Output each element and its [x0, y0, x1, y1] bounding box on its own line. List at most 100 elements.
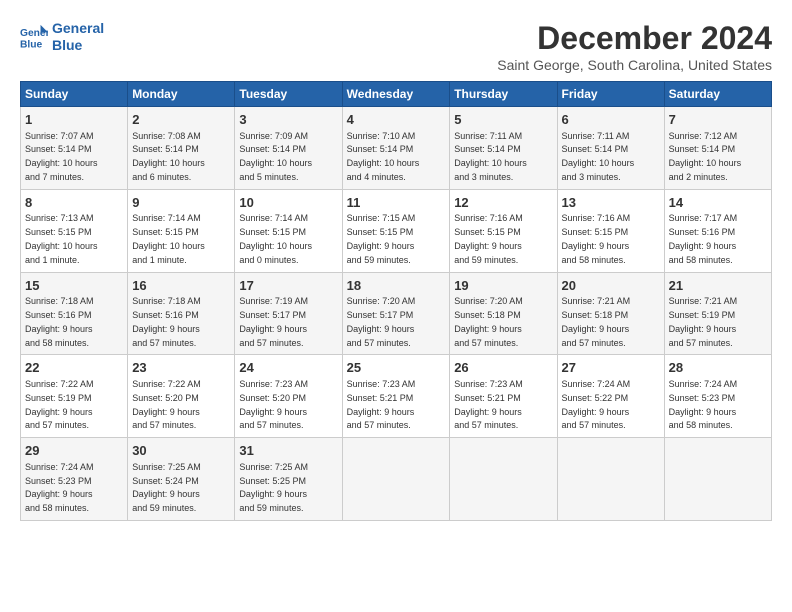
day-number: 8: [25, 194, 123, 212]
day-info: Sunrise: 7:25 AM Sunset: 5:24 PM Dayligh…: [132, 462, 201, 513]
calendar-cell: 19Sunrise: 7:20 AM Sunset: 5:18 PM Dayli…: [450, 272, 557, 355]
day-number: 3: [239, 111, 337, 129]
day-info: Sunrise: 7:16 AM Sunset: 5:15 PM Dayligh…: [562, 213, 631, 264]
day-number: 5: [454, 111, 552, 129]
calendar-cell: 13Sunrise: 7:16 AM Sunset: 5:15 PM Dayli…: [557, 189, 664, 272]
calendar-cell: 10Sunrise: 7:14 AM Sunset: 5:15 PM Dayli…: [235, 189, 342, 272]
logo: General Blue General Blue: [20, 20, 104, 54]
header: General Blue General Blue December 2024 …: [20, 20, 772, 73]
day-info: Sunrise: 7:21 AM Sunset: 5:18 PM Dayligh…: [562, 296, 631, 347]
day-info: Sunrise: 7:11 AM Sunset: 5:14 PM Dayligh…: [454, 131, 527, 182]
calendar-table: SundayMondayTuesdayWednesdayThursdayFrid…: [20, 81, 772, 521]
day-info: Sunrise: 7:24 AM Sunset: 5:23 PM Dayligh…: [25, 462, 94, 513]
svg-text:Blue: Blue: [20, 39, 43, 50]
page: General Blue General Blue December 2024 …: [0, 0, 792, 531]
week-row-1: 1 Sunrise: 7:07 AM Sunset: 5:14 PM Daylig…: [21, 107, 772, 190]
calendar-cell: 28 Sunrise: 7:24 AM Sunset: 5:23 PM Dayli…: [664, 355, 771, 438]
calendar-cell: 22Sunrise: 7:22 AM Sunset: 5:19 PM Dayli…: [21, 355, 128, 438]
calendar-cell: 15Sunrise: 7:18 AM Sunset: 5:16 PM Dayli…: [21, 272, 128, 355]
header-row: SundayMondayTuesdayWednesdayThursdayFrid…: [21, 82, 772, 107]
day-info: Sunrise: 7:21 AM Sunset: 5:19 PM Dayligh…: [669, 296, 738, 347]
col-header-thursday: Thursday: [450, 82, 557, 107]
day-number: 15: [25, 277, 123, 295]
day-number: 13: [562, 194, 660, 212]
calendar-cell: 26Sunrise: 7:23 AM Sunset: 5:21 PM Dayli…: [450, 355, 557, 438]
day-info: Sunrise: 7:11 AM Sunset: 5:14 PM Dayligh…: [562, 131, 635, 182]
calendar-cell: 27Sunrise: 7:24 AM Sunset: 5:22 PM Dayli…: [557, 355, 664, 438]
calendar-cell: 23 Sunrise: 7:22 AM Sunset: 5:20 PM Dayli…: [128, 355, 235, 438]
day-info: Sunrise: 7:20 AM Sunset: 5:17 PM Dayligh…: [347, 296, 416, 347]
day-number: 20: [562, 277, 660, 295]
week-row-4: 22Sunrise: 7:22 AM Sunset: 5:19 PM Dayli…: [21, 355, 772, 438]
calendar-cell: [342, 438, 450, 521]
week-row-5: 29 Sunrise: 7:24 AM Sunset: 5:23 PM Dayli…: [21, 438, 772, 521]
day-number: 26: [454, 359, 552, 377]
day-info: Sunrise: 7:14 AM Sunset: 5:15 PM Dayligh…: [239, 213, 312, 264]
day-number: 17: [239, 277, 337, 295]
calendar-cell: 3 Sunrise: 7:09 AM Sunset: 5:14 PM Daylig…: [235, 107, 342, 190]
month-title: December 2024: [497, 20, 772, 57]
day-number: 23: [132, 359, 230, 377]
day-number: 25: [347, 359, 446, 377]
col-header-wednesday: Wednesday: [342, 82, 450, 107]
day-info: Sunrise: 7:15 AM Sunset: 5:15 PM Dayligh…: [347, 213, 416, 264]
calendar-cell: 7 Sunrise: 7:12 AM Sunset: 5:14 PM Daylig…: [664, 107, 771, 190]
logo-icon: General Blue: [20, 23, 48, 51]
day-number: 18: [347, 277, 446, 295]
day-info: Sunrise: 7:23 AM Sunset: 5:20 PM Dayligh…: [239, 379, 308, 430]
calendar-cell: 8Sunrise: 7:13 AM Sunset: 5:15 PM Daylig…: [21, 189, 128, 272]
calendar-cell: 14Sunrise: 7:17 AM Sunset: 5:16 PM Dayli…: [664, 189, 771, 272]
day-number: 29: [25, 442, 123, 460]
day-info: Sunrise: 7:08 AM Sunset: 5:14 PM Dayligh…: [132, 131, 205, 182]
calendar-cell: 25Sunrise: 7:23 AM Sunset: 5:21 PM Dayli…: [342, 355, 450, 438]
day-info: Sunrise: 7:22 AM Sunset: 5:19 PM Dayligh…: [25, 379, 94, 430]
day-number: 11: [347, 194, 446, 212]
calendar-cell: 12Sunrise: 7:16 AM Sunset: 5:15 PM Dayli…: [450, 189, 557, 272]
calendar-cell: 2 Sunrise: 7:08 AM Sunset: 5:14 PM Daylig…: [128, 107, 235, 190]
day-number: 28: [669, 359, 767, 377]
day-info: Sunrise: 7:22 AM Sunset: 5:20 PM Dayligh…: [132, 379, 201, 430]
col-header-saturday: Saturday: [664, 82, 771, 107]
day-number: 7: [669, 111, 767, 129]
day-info: Sunrise: 7:18 AM Sunset: 5:16 PM Dayligh…: [132, 296, 201, 347]
calendar-cell: 24 Sunrise: 7:23 AM Sunset: 5:20 PM Dayli…: [235, 355, 342, 438]
calendar-cell: 11Sunrise: 7:15 AM Sunset: 5:15 PM Dayli…: [342, 189, 450, 272]
calendar-cell: 5 Sunrise: 7:11 AM Sunset: 5:14 PM Daylig…: [450, 107, 557, 190]
day-info: Sunrise: 7:24 AM Sunset: 5:23 PM Dayligh…: [669, 379, 738, 430]
day-info: Sunrise: 7:25 AM Sunset: 5:25 PM Dayligh…: [239, 462, 308, 513]
logo-line2: Blue: [52, 37, 104, 54]
day-info: Sunrise: 7:16 AM Sunset: 5:15 PM Dayligh…: [454, 213, 523, 264]
col-header-sunday: Sunday: [21, 82, 128, 107]
day-number: 9: [132, 194, 230, 212]
calendar-cell: 6 Sunrise: 7:11 AM Sunset: 5:14 PM Daylig…: [557, 107, 664, 190]
calendar-cell: 21Sunrise: 7:21 AM Sunset: 5:19 PM Dayli…: [664, 272, 771, 355]
calendar-cell: 9Sunrise: 7:14 AM Sunset: 5:15 PM Daylig…: [128, 189, 235, 272]
day-number: 2: [132, 111, 230, 129]
calendar-cell: 30Sunrise: 7:25 AM Sunset: 5:24 PM Dayli…: [128, 438, 235, 521]
day-info: Sunrise: 7:09 AM Sunset: 5:14 PM Dayligh…: [239, 131, 312, 182]
day-number: 16: [132, 277, 230, 295]
day-number: 1: [25, 111, 123, 129]
week-row-2: 8Sunrise: 7:13 AM Sunset: 5:15 PM Daylig…: [21, 189, 772, 272]
calendar-cell: 31 Sunrise: 7:25 AM Sunset: 5:25 PM Dayli…: [235, 438, 342, 521]
calendar-cell: 29 Sunrise: 7:24 AM Sunset: 5:23 PM Dayli…: [21, 438, 128, 521]
day-info: Sunrise: 7:17 AM Sunset: 5:16 PM Dayligh…: [669, 213, 738, 264]
col-header-tuesday: Tuesday: [235, 82, 342, 107]
day-info: Sunrise: 7:10 AM Sunset: 5:14 PM Dayligh…: [347, 131, 420, 182]
day-info: Sunrise: 7:14 AM Sunset: 5:15 PM Dayligh…: [132, 213, 205, 264]
calendar-cell: 18Sunrise: 7:20 AM Sunset: 5:17 PM Dayli…: [342, 272, 450, 355]
day-info: Sunrise: 7:24 AM Sunset: 5:22 PM Dayligh…: [562, 379, 631, 430]
day-number: 12: [454, 194, 552, 212]
day-number: 6: [562, 111, 660, 129]
day-number: 31: [239, 442, 337, 460]
calendar-cell: [557, 438, 664, 521]
col-header-friday: Friday: [557, 82, 664, 107]
calendar-cell: 17Sunrise: 7:19 AM Sunset: 5:17 PM Dayli…: [235, 272, 342, 355]
logo-line1: General: [52, 20, 104, 37]
day-info: Sunrise: 7:12 AM Sunset: 5:14 PM Dayligh…: [669, 131, 742, 182]
week-row-3: 15 Sunrise: 7:18 AM Sunset: 5:16 PM Dayli…: [21, 272, 772, 355]
day-number: 21: [669, 277, 767, 295]
day-number: 24: [239, 359, 337, 377]
day-info: Sunrise: 7:07 AM Sunset: 5:14 PM Dayligh…: [25, 131, 98, 182]
calendar-cell: [664, 438, 771, 521]
